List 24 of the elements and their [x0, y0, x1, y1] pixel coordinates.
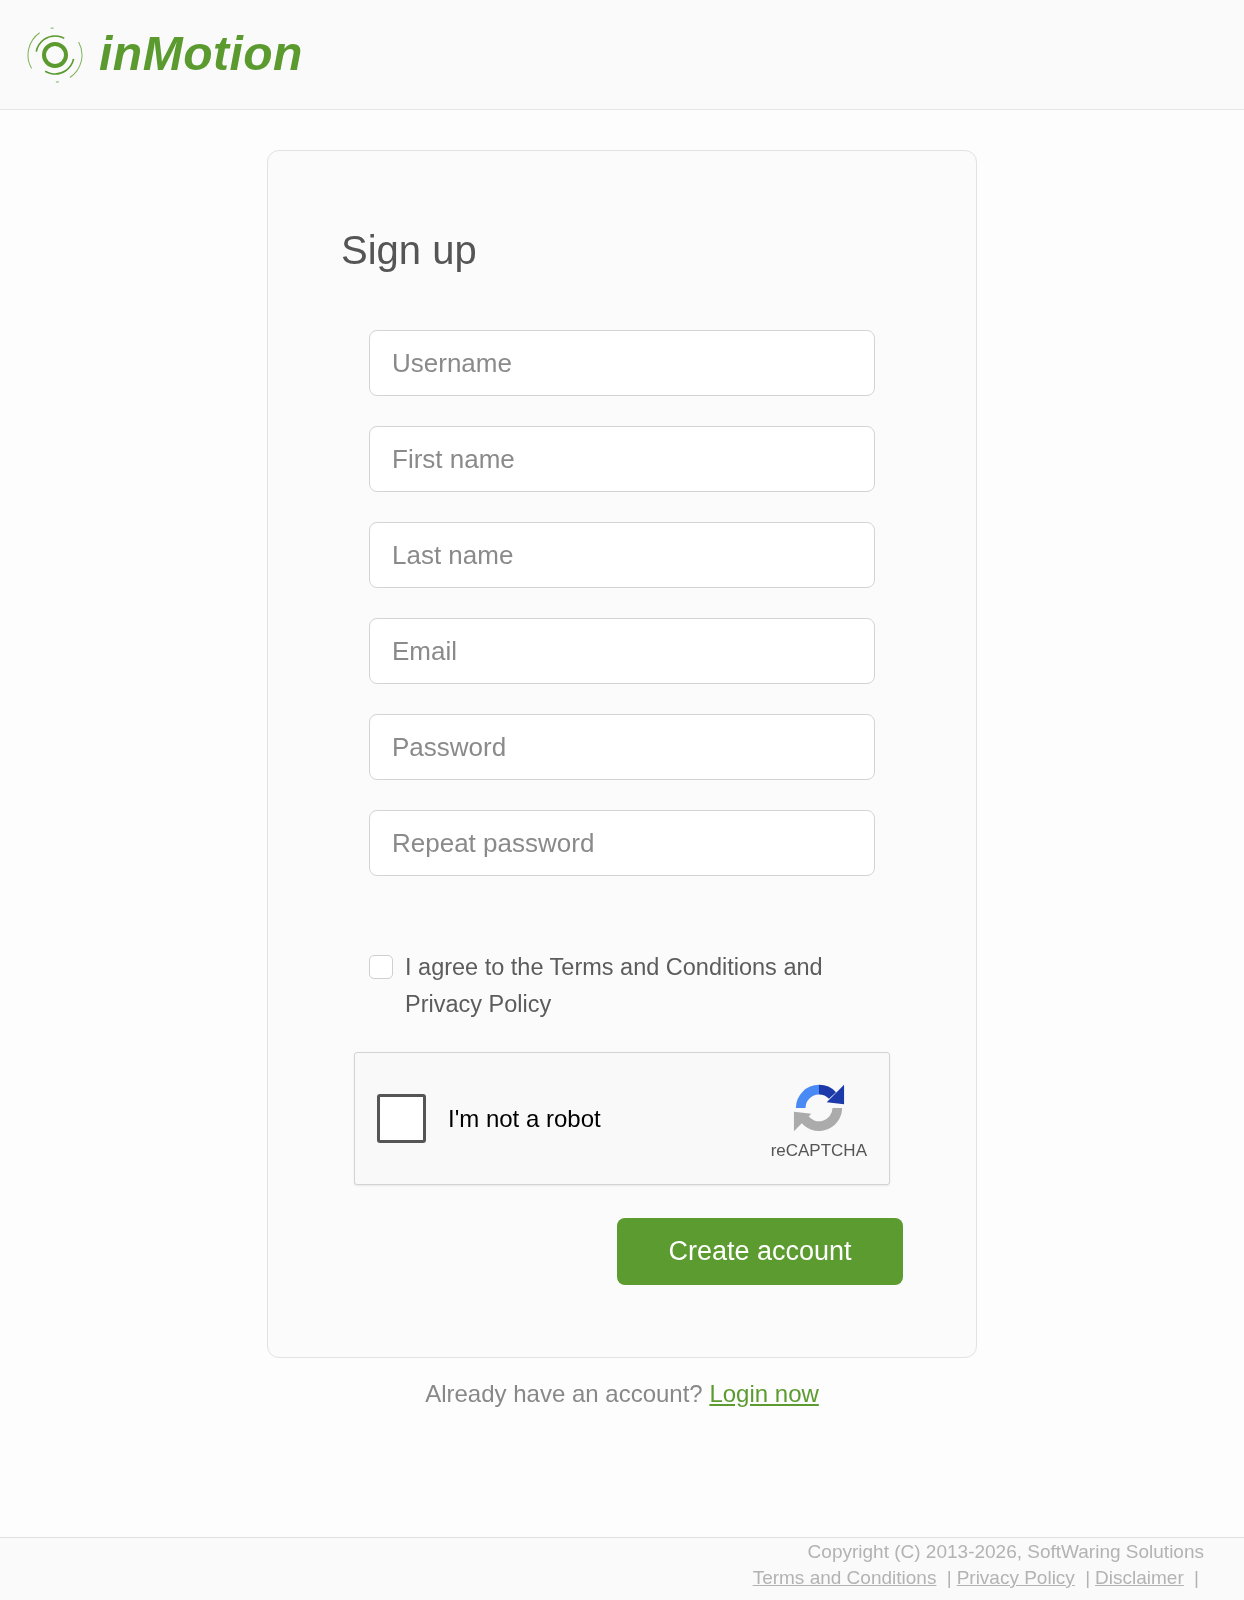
input-field[interactable]: Repeat password [369, 810, 875, 876]
copyright-text: Copyright (C) 2013-2026, SoftWaring Solutions [806, 1540, 1204, 1564]
login-link[interactable]: Login now [709, 1380, 819, 1407]
input-field[interactable]: Email [369, 618, 875, 684]
link-separator: | [1194, 1567, 1199, 1588]
captcha-label: I'm not a robot [448, 1104, 601, 1133]
agreement-checkbox[interactable] [369, 955, 393, 979]
login-prompt-text: Already have an account? [425, 1380, 703, 1407]
agreement-text: I agree to the Terms and Conditions and Privacy Policy [405, 953, 824, 1019]
ring-logo-icon [26, 25, 84, 84]
captcha-checkbox[interactable] [377, 1094, 426, 1143]
form-title: Sign up [341, 227, 478, 274]
input-field[interactable]: First name [369, 426, 875, 492]
link-separator: | [946, 1567, 952, 1588]
link-separator: | [1085, 1567, 1091, 1588]
input-field[interactable]: Username [369, 330, 875, 396]
footer-link[interactable]: Terms and Conditions [752, 1567, 937, 1588]
logo-text: inMotion [99, 28, 303, 81]
create-account-button[interactable]: Create account [617, 1218, 903, 1285]
footer-link[interactable]: Disclaimer [1095, 1567, 1184, 1588]
captcha-brand-text: reCAPTCHA [770, 1140, 867, 1161]
footer-link[interactable]: Privacy Policy [956, 1567, 1075, 1588]
input-field[interactable]: Last name [369, 522, 875, 588]
input-field[interactable]: Password [369, 714, 875, 780]
